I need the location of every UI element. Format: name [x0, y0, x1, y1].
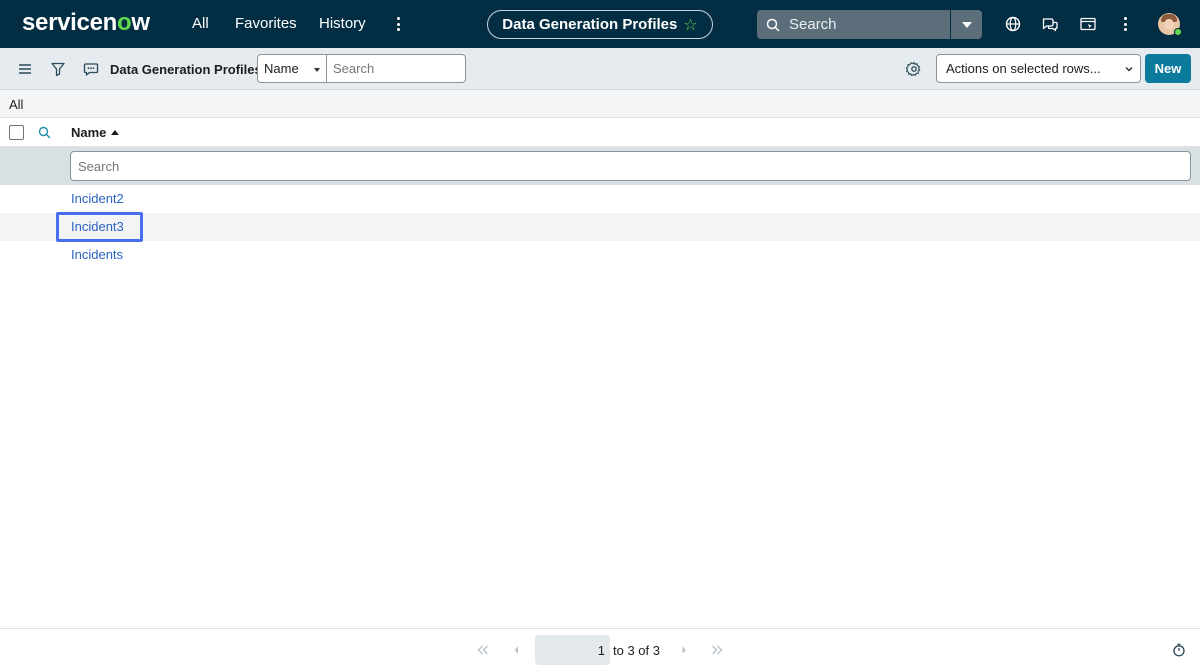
table-row: Incident3 [0, 213, 1200, 241]
global-search[interactable]: Search [757, 10, 982, 39]
actions-select[interactable]: Actions on selected rows... [936, 54, 1141, 83]
filter-icon[interactable] [50, 61, 66, 77]
last-page-icon[interactable] [710, 644, 724, 656]
context-pill-label: Data Generation Profiles [502, 16, 678, 33]
table-row: Incidents [0, 241, 1200, 269]
online-status-dot [1174, 28, 1182, 36]
pagination-range: to 3 of 3 [613, 643, 660, 658]
globe-icon[interactable] [1004, 15, 1022, 33]
record-link[interactable]: Incidents [71, 247, 123, 262]
chevron-down-icon [1125, 67, 1133, 72]
nav-more-icon[interactable] [391, 15, 405, 33]
search-field-select[interactable]: Name [257, 54, 327, 83]
column-filter-row [0, 147, 1200, 185]
breadcrumb-bar: All [0, 90, 1200, 118]
pagination-footer: to 3 of 3 [0, 628, 1200, 670]
caret-down-icon [314, 68, 320, 72]
top-navigation-bar: servicenow All Favorites History Data Ge… [0, 0, 1200, 48]
user-menu-more-icon[interactable] [1118, 15, 1132, 33]
select-all-checkbox[interactable] [9, 125, 24, 140]
timer-icon[interactable] [1172, 643, 1186, 657]
column-header-name[interactable]: Name [71, 125, 106, 140]
chevron-down-icon [961, 21, 972, 28]
record-link[interactable]: Incident2 [71, 191, 124, 206]
search-scope-dropdown[interactable] [950, 10, 982, 39]
gear-icon[interactable] [906, 61, 922, 77]
comment-icon[interactable] [83, 61, 99, 77]
hamburger-menu-icon[interactable] [17, 61, 33, 77]
list-toolbar: Data Generation Profiles Name Actions on… [0, 48, 1200, 90]
actions-select-value: Actions on selected rows... [946, 61, 1101, 76]
list-search-input[interactable] [326, 54, 466, 83]
name-filter-input[interactable] [70, 151, 1191, 181]
favorite-star-icon[interactable]: ☆ [683, 15, 697, 35]
chat-icon[interactable] [1041, 15, 1059, 33]
new-button[interactable]: New [1145, 54, 1191, 83]
first-page-icon[interactable] [476, 644, 490, 656]
selection-highlight [56, 212, 143, 242]
global-search-placeholder[interactable]: Search [789, 16, 950, 33]
breadcrumb-all[interactable]: All [9, 97, 23, 112]
avatar[interactable] [1158, 13, 1182, 36]
list-title: Data Generation Profiles [110, 62, 262, 77]
context-pill[interactable]: Data Generation Profiles ☆ [487, 10, 713, 39]
table-row: Incident2 [0, 185, 1200, 213]
nav-history[interactable]: History [319, 15, 366, 32]
table-header: Name [0, 118, 1200, 147]
search-icon [766, 18, 780, 32]
sort-ascending-icon [111, 130, 119, 135]
nav-all[interactable]: All [192, 15, 209, 32]
search-field-value: Name [264, 61, 299, 76]
page-number-input[interactable] [535, 635, 610, 665]
column-search-icon[interactable] [38, 126, 51, 139]
screen-share-icon[interactable] [1079, 15, 1097, 33]
servicenow-logo[interactable]: servicenow [22, 9, 150, 37]
next-page-icon[interactable] [677, 644, 691, 656]
previous-page-icon[interactable] [510, 644, 524, 656]
nav-favorites[interactable]: Favorites [235, 15, 297, 32]
